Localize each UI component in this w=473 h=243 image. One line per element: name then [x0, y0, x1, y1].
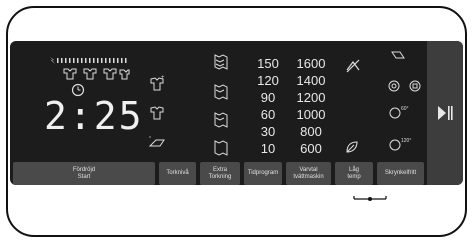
low-temp-button[interactable]: Låg temp — [335, 162, 373, 185]
spin-value[interactable]: 1600 — [293, 56, 329, 71]
svg-text:+: + — [161, 75, 165, 81]
iron-icon — [148, 139, 165, 147]
temp-value[interactable]: 30 — [254, 124, 282, 139]
timer-120-icon — [389, 139, 401, 151]
spin-value[interactable]: 1400 — [293, 73, 329, 88]
temp-value[interactable]: 120 — [254, 73, 282, 88]
iron-small-icon — [391, 51, 405, 59]
program-icons — [214, 54, 228, 156]
spin-speed-button[interactable]: Varvtal tvättmaskin — [286, 162, 331, 185]
garment-icons: + ° — [148, 75, 165, 147]
label-60: 60° — [401, 106, 409, 112]
anti-crease-button[interactable]: Skrynkelfritt — [377, 162, 424, 185]
drum-icon — [388, 80, 400, 92]
temp-value[interactable]: 90 — [254, 90, 282, 105]
temp-value[interactable]: 60 — [254, 107, 282, 122]
spin-value[interactable]: 800 — [293, 124, 329, 139]
function-buttons: Fördröjd Start Torknivå Extra Torkning T… — [10, 162, 463, 185]
temp-value[interactable]: 150 — [254, 56, 282, 71]
spin-value[interactable]: 1200 — [293, 90, 329, 105]
timer-60-icon — [389, 107, 401, 119]
temp-value[interactable]: 10 — [254, 141, 282, 156]
dryness-level-icons — [63, 68, 130, 80]
shirt-icon — [150, 106, 164, 120]
no-spin-icon — [346, 59, 360, 73]
delay-start-button[interactable]: Fördröjd Start — [13, 162, 155, 185]
sensor-icon — [409, 80, 421, 92]
extra-dry-button[interactable]: Extra Torkning — [200, 162, 240, 185]
dryness-level-button[interactable]: Torknivå — [159, 162, 196, 185]
time-program-button[interactable]: Tidprogram — [244, 162, 282, 185]
play-pause-icon — [438, 106, 453, 120]
lock-indicator — [353, 196, 387, 201]
leaf-icon — [346, 141, 358, 153]
spin-value[interactable]: 600 — [293, 141, 329, 156]
spin-value[interactable]: 1000 — [293, 107, 329, 122]
label-120: 120° — [401, 138, 412, 144]
time-display: 2:25 — [44, 94, 144, 138]
progress-indicator — [50, 57, 127, 64]
control-panel: 2:25 + ° 150 120 90 60 30 10 1600 1400 1… — [10, 41, 463, 185]
svg-text:°: ° — [149, 136, 151, 142]
